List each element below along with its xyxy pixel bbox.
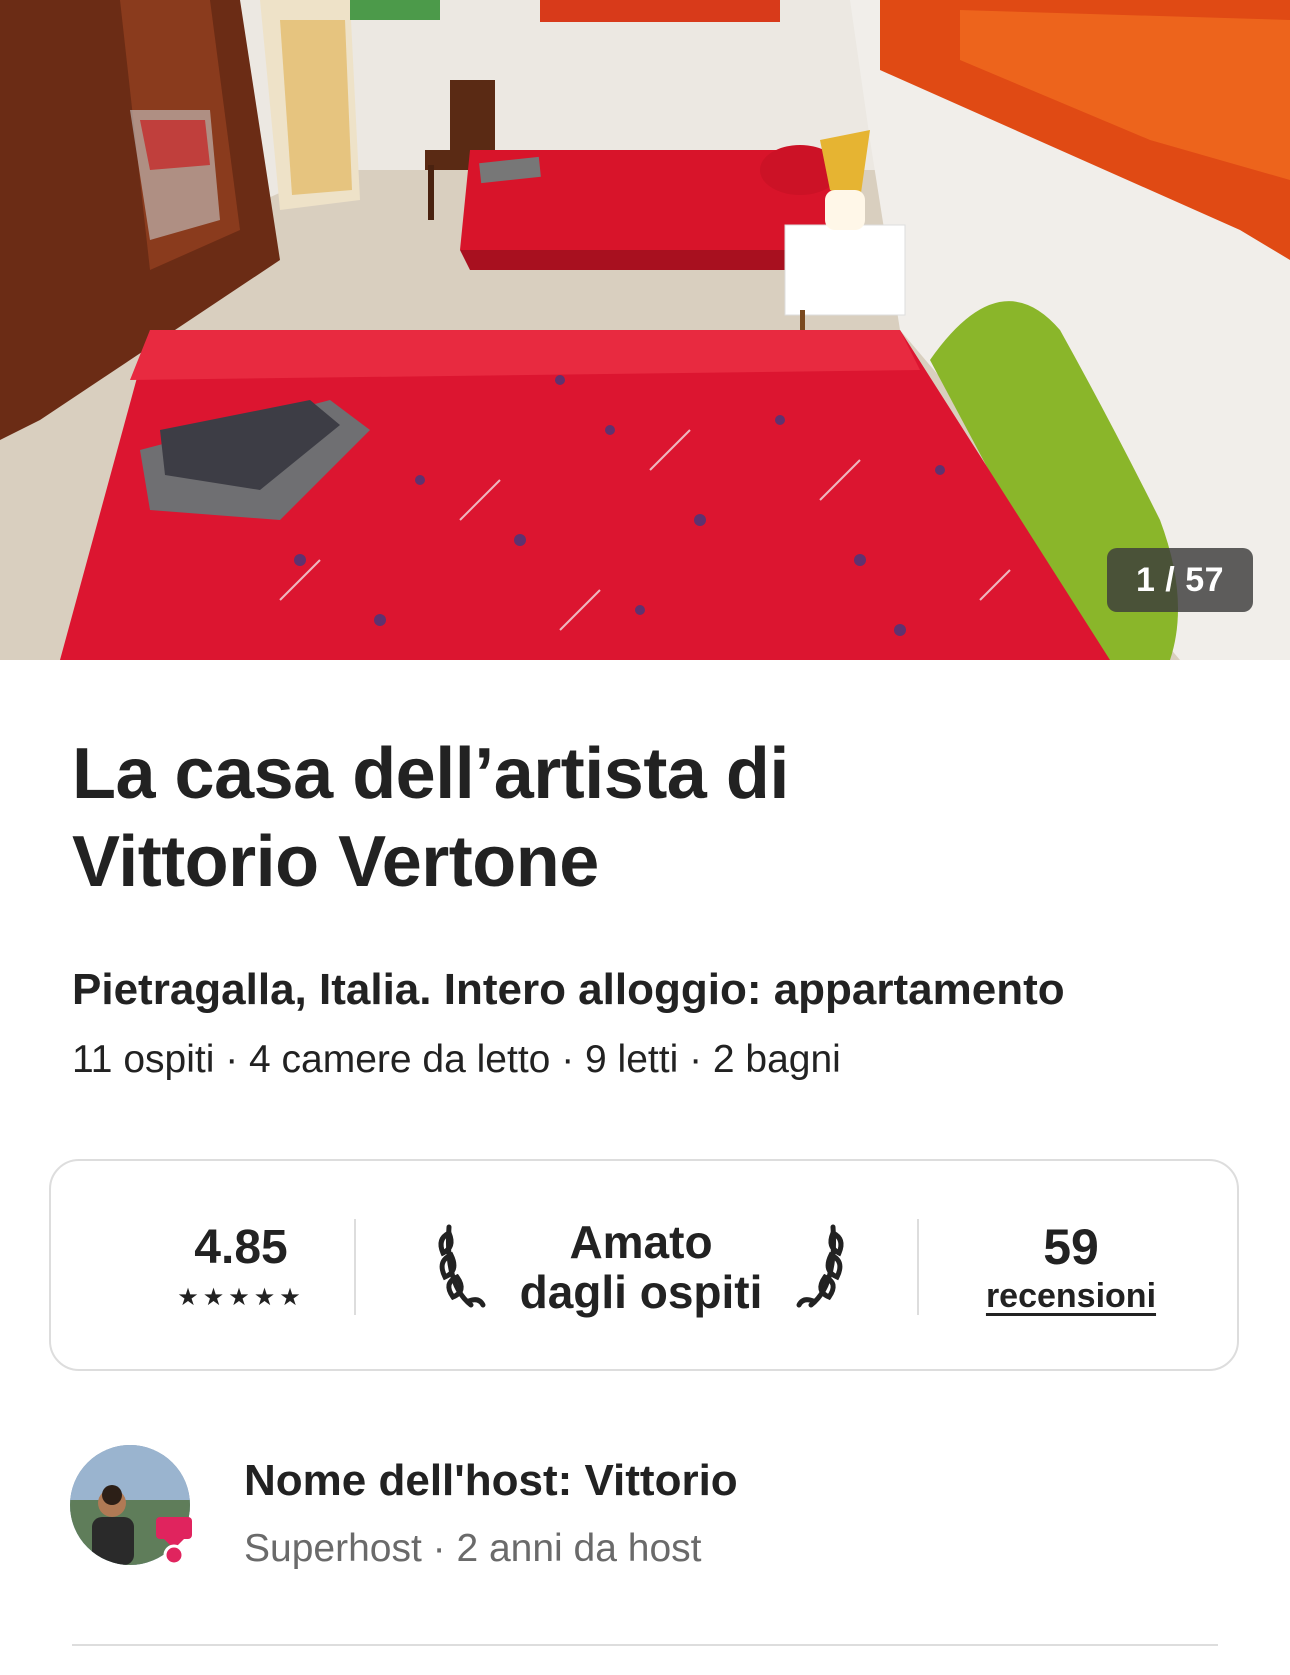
rating-score-block: 4.85 ★★★★★ — [121, 1221, 361, 1313]
guest-favorite-badge: Amato dagli ospiti — [431, 1213, 851, 1323]
laurel-right-icon — [791, 1213, 851, 1318]
photo-counter: 1 / 57 — [1107, 548, 1253, 612]
rating-divider-left — [354, 1219, 356, 1315]
rating-stars: ★★★★★ — [177, 1284, 305, 1311]
reviews-link[interactable]: recensioni — [951, 1275, 1191, 1317]
rating-score: 4.85 — [194, 1221, 288, 1274]
reviews-count: 59 — [1043, 1219, 1099, 1275]
section-divider — [72, 1644, 1218, 1646]
guest-favorite-card[interactable]: 4.85 ★★★★★ Amato dagli ospiti 59 recensi… — [49, 1159, 1239, 1371]
listing-photo[interactable]: 1 / 57 — [0, 0, 1290, 660]
listing-title-line-1: La casa dell’artista di — [72, 734, 789, 814]
listing-details: 11 ospiti · 4 camere da letto · 9 letti … — [72, 1038, 841, 1081]
rating-divider-right — [917, 1219, 919, 1315]
host-name: Nome dell'host: Vittorio — [244, 1456, 738, 1505]
host-row[interactable]: Nome dell'host: Vittorio Superhost · 2 a… — [70, 1445, 1220, 1575]
guest-favorite-text: Amato dagli ospiti — [493, 1217, 789, 1317]
bedroom-photo — [0, 0, 1290, 660]
listing-title-line-2: Vittorio Vertone — [72, 822, 599, 902]
guest-favorite-line-1: Amato — [569, 1216, 713, 1268]
host-avatar-wrap[interactable] — [70, 1445, 194, 1569]
reviews-block[interactable]: 59 recensioni — [951, 1219, 1191, 1317]
laurel-left-icon — [431, 1213, 491, 1318]
listing-title: La casa dell’artista di Vittorio Vertone — [72, 730, 1212, 906]
listing-subtitle: Pietragalla, Italia. Intero alloggio: ap… — [72, 965, 1065, 1014]
superhost-badge-icon — [150, 1515, 198, 1570]
listing-page: 1 / 57 La casa dell’artista di Vittorio … — [0, 0, 1290, 1675]
guest-favorite-line-2: dagli ospiti — [519, 1266, 763, 1318]
host-meta: Superhost · 2 anni da host — [244, 1527, 702, 1570]
